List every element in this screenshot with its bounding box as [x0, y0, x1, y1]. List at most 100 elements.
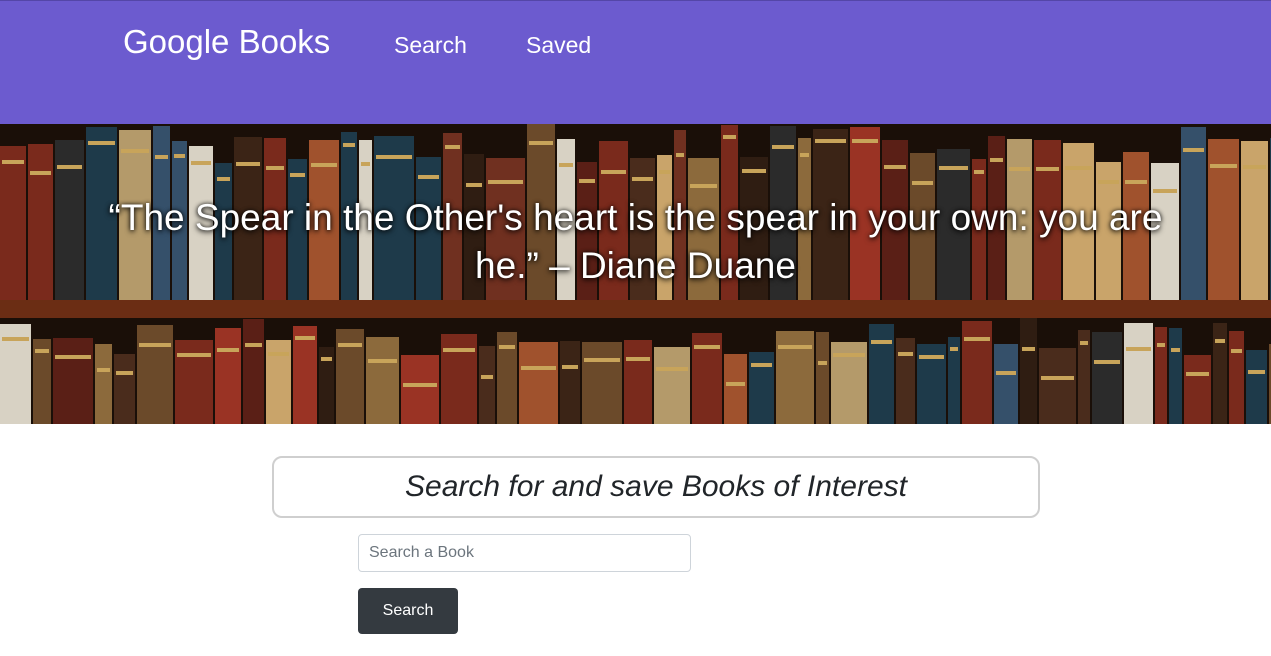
book-band: [884, 165, 906, 169]
book-spine: [749, 352, 774, 424]
book-band: [919, 355, 944, 359]
book-band: [742, 169, 766, 173]
book-band: [217, 348, 239, 352]
book-spine: [869, 324, 894, 424]
book-band: [626, 357, 650, 361]
book-band: [656, 367, 688, 371]
book-spine: [28, 144, 53, 300]
book-band: [800, 153, 809, 157]
book-spine: [1208, 139, 1239, 300]
book-band: [726, 382, 745, 386]
search-button[interactable]: Search: [358, 588, 458, 634]
book-spine: [1213, 323, 1227, 424]
book-band: [990, 158, 1003, 162]
book-spine: [624, 340, 652, 424]
book-band: [1080, 341, 1088, 345]
book-band: [1125, 180, 1147, 184]
book-band: [690, 184, 717, 188]
book-band: [562, 365, 578, 369]
jumbotron-heading: Search for and save Books of Interest: [405, 470, 907, 503]
book-band: [290, 173, 305, 177]
book-band: [443, 348, 475, 352]
book-band: [155, 155, 168, 159]
book-band: [499, 345, 515, 349]
brand-link[interactable]: Google Books: [123, 23, 330, 61]
book-band: [177, 353, 211, 357]
book-band: [35, 349, 49, 353]
book-band: [996, 371, 1016, 375]
book-spine: [1124, 323, 1153, 424]
book-spine: [1184, 355, 1211, 424]
book-band: [57, 165, 82, 169]
book-spine: [1020, 318, 1037, 424]
book-band: [1231, 349, 1242, 353]
book-band: [751, 363, 772, 367]
navbar: Google Books Search Saved: [0, 0, 1271, 124]
book-band: [121, 149, 149, 153]
book-band: [950, 347, 958, 351]
hero-quote: “The Spear in the Other's heart is the s…: [108, 197, 1163, 286]
book-band: [245, 343, 262, 347]
book-band: [139, 343, 171, 347]
book-band: [403, 383, 437, 387]
book-band: [912, 181, 933, 185]
book-band: [964, 337, 990, 341]
book-spine: [654, 347, 690, 424]
jumbotron: Search for and save Books of Interest: [272, 456, 1040, 518]
book-band: [676, 153, 684, 157]
book-band: [1098, 180, 1119, 184]
book-band: [311, 163, 337, 167]
book-spine: [366, 337, 399, 424]
book-band: [55, 355, 91, 359]
book-band: [191, 161, 211, 165]
book-spine: [55, 140, 84, 300]
book-band: [321, 357, 332, 361]
book-band: [772, 145, 794, 149]
book-band: [418, 175, 439, 179]
book-spine: [994, 344, 1018, 424]
book-band: [723, 135, 736, 139]
book-band: [1009, 167, 1030, 171]
book-band: [368, 359, 397, 363]
book-spine: [243, 319, 264, 424]
book-band: [1126, 347, 1151, 351]
book-band: [659, 170, 670, 174]
book-band: [1065, 166, 1092, 170]
book-spine: [479, 346, 495, 424]
book-band: [898, 352, 913, 356]
book-spine: [53, 338, 93, 424]
book-band: [1157, 343, 1165, 347]
book-band: [818, 361, 827, 365]
book-band: [1036, 167, 1059, 171]
book-band: [217, 177, 230, 181]
book-spine: [114, 354, 135, 424]
book-band: [584, 358, 620, 362]
book-spine: [293, 326, 317, 424]
book-band: [1022, 347, 1035, 351]
book-band: [295, 336, 315, 340]
book-spine: [1155, 327, 1167, 424]
search-input[interactable]: [358, 534, 691, 572]
book-band: [1094, 360, 1120, 364]
book-band: [88, 141, 115, 145]
book-spine: [582, 342, 622, 424]
book-band: [343, 143, 355, 147]
book-spine: [1092, 332, 1122, 424]
book-band: [1210, 164, 1237, 168]
book-spine: [1241, 141, 1268, 300]
book-band: [1248, 370, 1265, 374]
book-band: [579, 179, 595, 183]
book-band: [466, 183, 482, 187]
book-spine: [0, 146, 26, 300]
nav-link-search[interactable]: Search: [394, 32, 467, 59]
book-band: [559, 163, 573, 167]
book-band: [481, 375, 493, 379]
book-spine: [1229, 331, 1244, 424]
book-spine: [776, 331, 814, 424]
nav-link-saved[interactable]: Saved: [526, 32, 591, 59]
book-spine: [816, 332, 829, 424]
book-spine: [215, 328, 241, 424]
book-spine: [441, 334, 477, 424]
hero-banner: “The Spear in the Other's heart is the s…: [0, 124, 1271, 424]
book-band: [361, 162, 370, 166]
